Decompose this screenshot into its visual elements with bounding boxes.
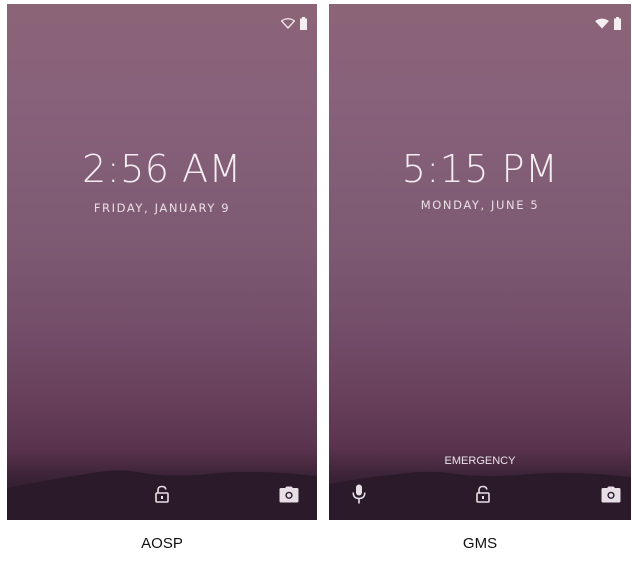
camera-icon[interactable] — [599, 482, 623, 506]
lockscreen-gms: 5:15 PM MONDAY, JUNE 5 EMERGENCY — [329, 4, 631, 520]
comparison-figure: 2:56 AM FRIDAY, JANUARY 9 5:15 PM MONDAY… — [0, 0, 632, 564]
lock-icon[interactable] — [471, 482, 495, 506]
caption-aosp: AOSP — [141, 535, 183, 552]
clock-time: 2:56 AM — [82, 147, 242, 191]
caption-gms: GMS — [462, 535, 498, 552]
wifi-filled-icon — [595, 18, 609, 29]
battery-icon — [300, 17, 307, 30]
clock-time: 5:15 PM — [401, 147, 559, 191]
lock-icon[interactable] — [150, 482, 174, 506]
microphone-icon[interactable] — [347, 482, 371, 506]
lockscreen-aosp: 2:56 AM FRIDAY, JANUARY 9 — [7, 4, 317, 520]
status-bar — [281, 17, 307, 30]
camera-icon[interactable] — [277, 482, 301, 506]
status-bar — [595, 17, 621, 30]
battery-icon — [614, 17, 621, 30]
clock-date: FRIDAY, JANUARY 9 — [93, 201, 231, 215]
emergency-button[interactable]: EMERGENCY — [329, 455, 631, 467]
clock-date: MONDAY, JUNE 5 — [420, 198, 540, 212]
wifi-outline-icon — [281, 18, 295, 29]
